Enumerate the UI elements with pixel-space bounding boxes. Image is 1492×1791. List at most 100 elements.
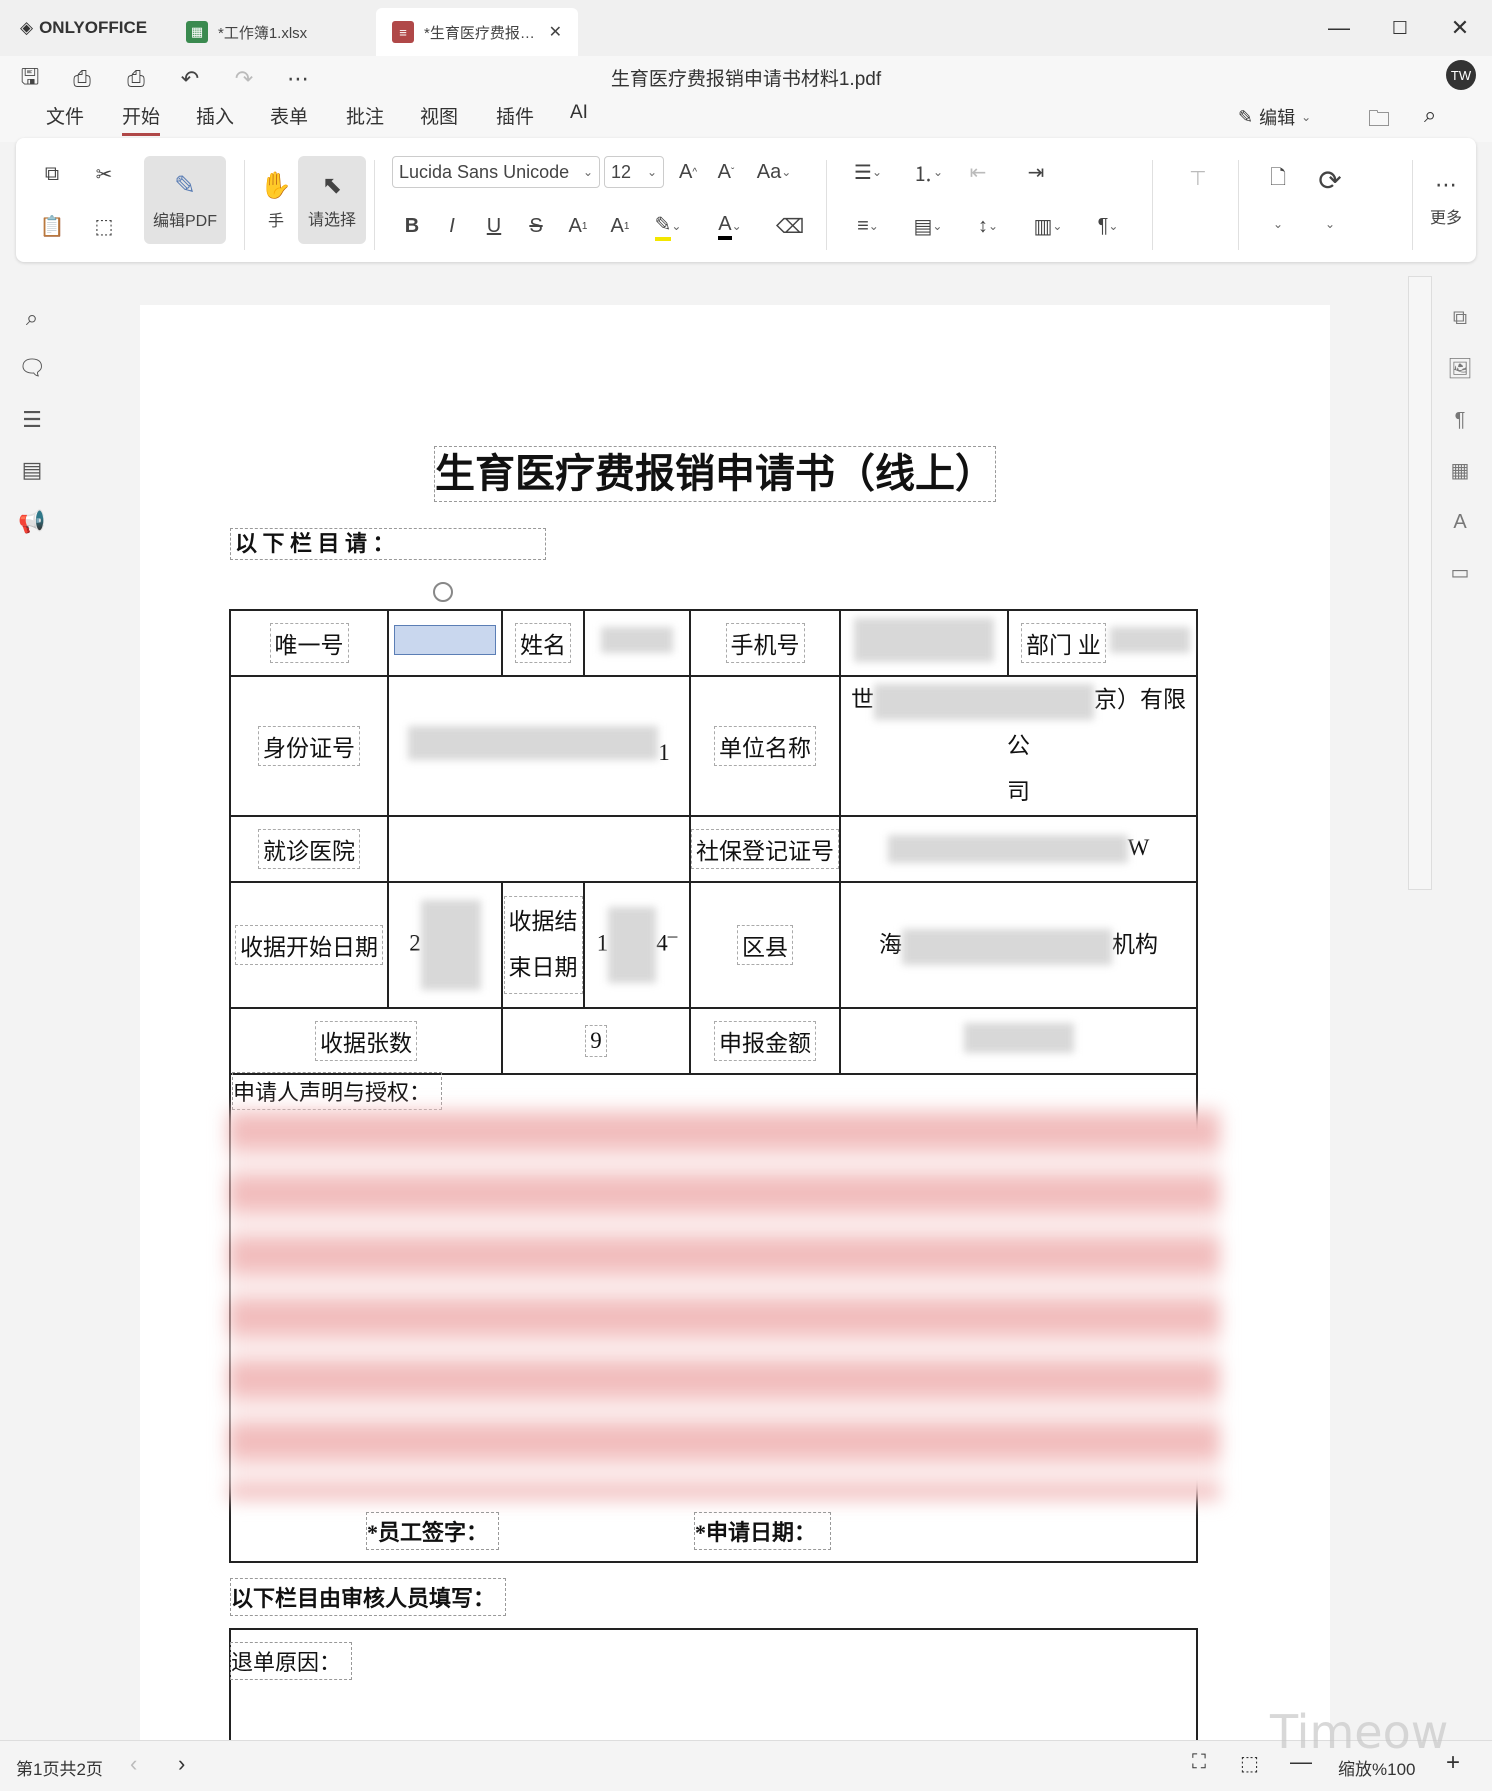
decrease-font-icon[interactable]: Aˇ bbox=[710, 156, 742, 188]
rotate-handle-icon[interactable] bbox=[433, 582, 453, 602]
add-page-icon[interactable]: 🗋 bbox=[1258, 160, 1298, 200]
avatar[interactable]: TW bbox=[1446, 60, 1476, 90]
vertical-scrollbar[interactable] bbox=[1408, 276, 1432, 890]
search-icon[interactable]: ⌕ bbox=[16, 302, 48, 334]
menu-plugins[interactable]: 插件 bbox=[496, 102, 534, 129]
close-tab-icon[interactable]: ✕ bbox=[549, 22, 562, 42]
select-tool-button[interactable]: ⬉ 请选择 bbox=[298, 156, 366, 244]
align-icon[interactable]: ≡ ⌄ bbox=[842, 210, 894, 242]
chevron-down-icon[interactable]: ⌄ bbox=[1260, 212, 1296, 236]
menu-home[interactable]: 开始 bbox=[122, 102, 161, 136]
search-icon[interactable]: ⌕ bbox=[1424, 102, 1436, 128]
bold-icon[interactable]: B bbox=[396, 210, 428, 242]
text-art-icon[interactable]: A bbox=[1444, 506, 1476, 538]
thumbnails-icon[interactable]: ▤ bbox=[16, 454, 48, 486]
menu-insert[interactable]: 插入 bbox=[196, 102, 234, 129]
shape-settings-icon[interactable]: ⧉ bbox=[1444, 302, 1476, 334]
open-file-location-icon[interactable]: 🗀 bbox=[1368, 102, 1390, 140]
menu-file[interactable]: 文件 bbox=[46, 102, 84, 129]
redacted-value bbox=[902, 928, 1112, 965]
font-size-select[interactable]: 12 ⌄ bbox=[604, 156, 664, 188]
edit-mode-dropdown[interactable]: ✎ 编辑 ⌄ bbox=[1238, 104, 1311, 130]
edit-pdf-button[interactable]: ✎ 编辑PDF bbox=[144, 156, 226, 244]
id-card-field[interactable]: 1 bbox=[387, 675, 691, 817]
font-name-select[interactable]: Lucida Sans Unicode ⌄ bbox=[392, 156, 600, 188]
rotate-icon[interactable]: ⟳ bbox=[1310, 160, 1350, 200]
italic-icon[interactable]: I bbox=[436, 210, 468, 242]
paragraph-icon[interactable]: ¶ ⌄ bbox=[1082, 210, 1134, 242]
menu-form[interactable]: 表单 bbox=[270, 102, 308, 129]
menu-view[interactable]: 视图 bbox=[420, 102, 458, 129]
next-page-icon[interactable]: › bbox=[178, 1751, 185, 1777]
redacted-value bbox=[854, 618, 994, 662]
comments-icon[interactable]: 🗨 bbox=[16, 352, 48, 384]
receipt-end-field[interactable]: 1 4– bbox=[583, 881, 691, 1009]
apply-date-label: *申请日期： bbox=[694, 1512, 832, 1550]
previous-page-icon[interactable]: ‹ bbox=[130, 1751, 137, 1777]
fit-width-icon[interactable]: ⬚ bbox=[1240, 1751, 1259, 1776]
tab-workbook[interactable]: ▦ *工作簿1.xlsx bbox=[170, 8, 323, 56]
fit-page-icon[interactable]: ⛶ bbox=[1192, 1751, 1206, 1774]
underline-icon[interactable]: U bbox=[478, 210, 510, 242]
numbered-list-icon[interactable]: ⒈ ⌄ bbox=[902, 156, 954, 188]
dept-cell[interactable]: 部门 业 bbox=[1007, 609, 1198, 677]
menu-comment[interactable]: 批注 bbox=[346, 102, 384, 129]
vertical-align-icon[interactable]: ▤ ⌄ bbox=[902, 210, 954, 242]
close-window-button[interactable]: ✕ bbox=[1446, 14, 1474, 42]
image-settings-icon[interactable]: 🖼 bbox=[1444, 352, 1476, 384]
feedback-icon[interactable]: 📢 bbox=[16, 506, 48, 538]
line-spacing-icon[interactable]: ↕ ⌄ bbox=[962, 210, 1014, 242]
tab-label: *工作簿1.xlsx bbox=[218, 24, 308, 42]
change-case-icon[interactable]: Aa ⌄ bbox=[750, 156, 798, 188]
paragraph-settings-icon[interactable]: ¶ bbox=[1444, 404, 1476, 436]
text-box-icon[interactable]: ⊤ bbox=[1178, 160, 1218, 196]
paste-icon[interactable]: 📋 bbox=[34, 210, 70, 242]
unique-id-field[interactable] bbox=[387, 609, 503, 677]
social-reg-field[interactable]: W bbox=[839, 815, 1198, 883]
unit-name-field[interactable]: 世京）有限公 司 bbox=[839, 675, 1198, 817]
more-button[interactable]: ⋯ 更多 bbox=[1420, 156, 1472, 244]
font-size-value: 12 bbox=[611, 161, 632, 182]
superscript-icon[interactable]: A1 bbox=[562, 210, 594, 242]
social-reg-label: 社保登记证号 bbox=[691, 829, 839, 869]
unit-prefix: 世 bbox=[851, 687, 874, 712]
divider bbox=[374, 160, 375, 250]
app-brand: ◈ ONLYOFFICE bbox=[20, 18, 147, 38]
subscript-icon[interactable]: A1 bbox=[604, 210, 636, 242]
strikethrough-icon[interactable]: S bbox=[520, 210, 552, 242]
maximize-button[interactable]: ☐ bbox=[1386, 14, 1414, 42]
form-settings-icon[interactable]: ▭ bbox=[1444, 556, 1476, 588]
decrease-indent-icon[interactable]: ⇤ bbox=[962, 156, 994, 188]
hospital-field[interactable] bbox=[387, 815, 691, 883]
increase-indent-icon[interactable]: ⇥ bbox=[1020, 156, 1052, 188]
tab-pdf[interactable]: ≡ *生育医疗费报… ✕ bbox=[376, 8, 578, 56]
headings-icon[interactable]: ☰ bbox=[16, 404, 48, 436]
hand-tool-button[interactable]: ✋ 手 bbox=[252, 156, 300, 244]
copy-icon[interactable]: ⧉ bbox=[34, 158, 70, 190]
table-settings-icon[interactable]: ▦ bbox=[1444, 454, 1476, 486]
font-color-icon[interactable]: A ⌄ bbox=[706, 210, 754, 242]
cut-icon[interactable]: ✂ bbox=[86, 158, 122, 190]
hospital-label-cell: 就诊医院 bbox=[229, 815, 389, 883]
district-field[interactable]: 海 机构 bbox=[839, 881, 1198, 1009]
selected-text-box[interactable] bbox=[394, 625, 496, 655]
phone-field[interactable] bbox=[839, 609, 1009, 677]
clear-style-icon[interactable]: ⌫ bbox=[774, 210, 806, 242]
highlight-color-icon[interactable]: ✎ ⌄ bbox=[644, 210, 692, 242]
redacted-value bbox=[963, 1023, 1074, 1053]
chevron-down-icon: ⌄ bbox=[1301, 110, 1312, 124]
receipt-start-field[interactable]: 2 bbox=[387, 881, 503, 1009]
document-title: 生育医疗费报销申请书材料1.pdf bbox=[610, 69, 882, 90]
menu-ai[interactable]: AI bbox=[570, 102, 588, 124]
name-field[interactable] bbox=[583, 609, 691, 677]
select-all-icon[interactable]: ⬚ bbox=[86, 210, 122, 242]
chevron-down-icon[interactable]: ⌄ bbox=[1312, 212, 1348, 236]
divider bbox=[826, 160, 827, 250]
bullet-list-icon[interactable]: ☰ ⌄ bbox=[842, 156, 894, 188]
minimize-button[interactable]: — bbox=[1325, 14, 1353, 42]
declaration-label: 申请人声明与授权： bbox=[232, 1072, 443, 1110]
columns-icon[interactable]: ▥ ⌄ bbox=[1022, 210, 1074, 242]
redacted-value bbox=[1109, 627, 1190, 653]
increase-font-icon[interactable]: A ^ bbox=[672, 156, 704, 188]
brand-label: ONLYOFFICE bbox=[39, 18, 148, 37]
